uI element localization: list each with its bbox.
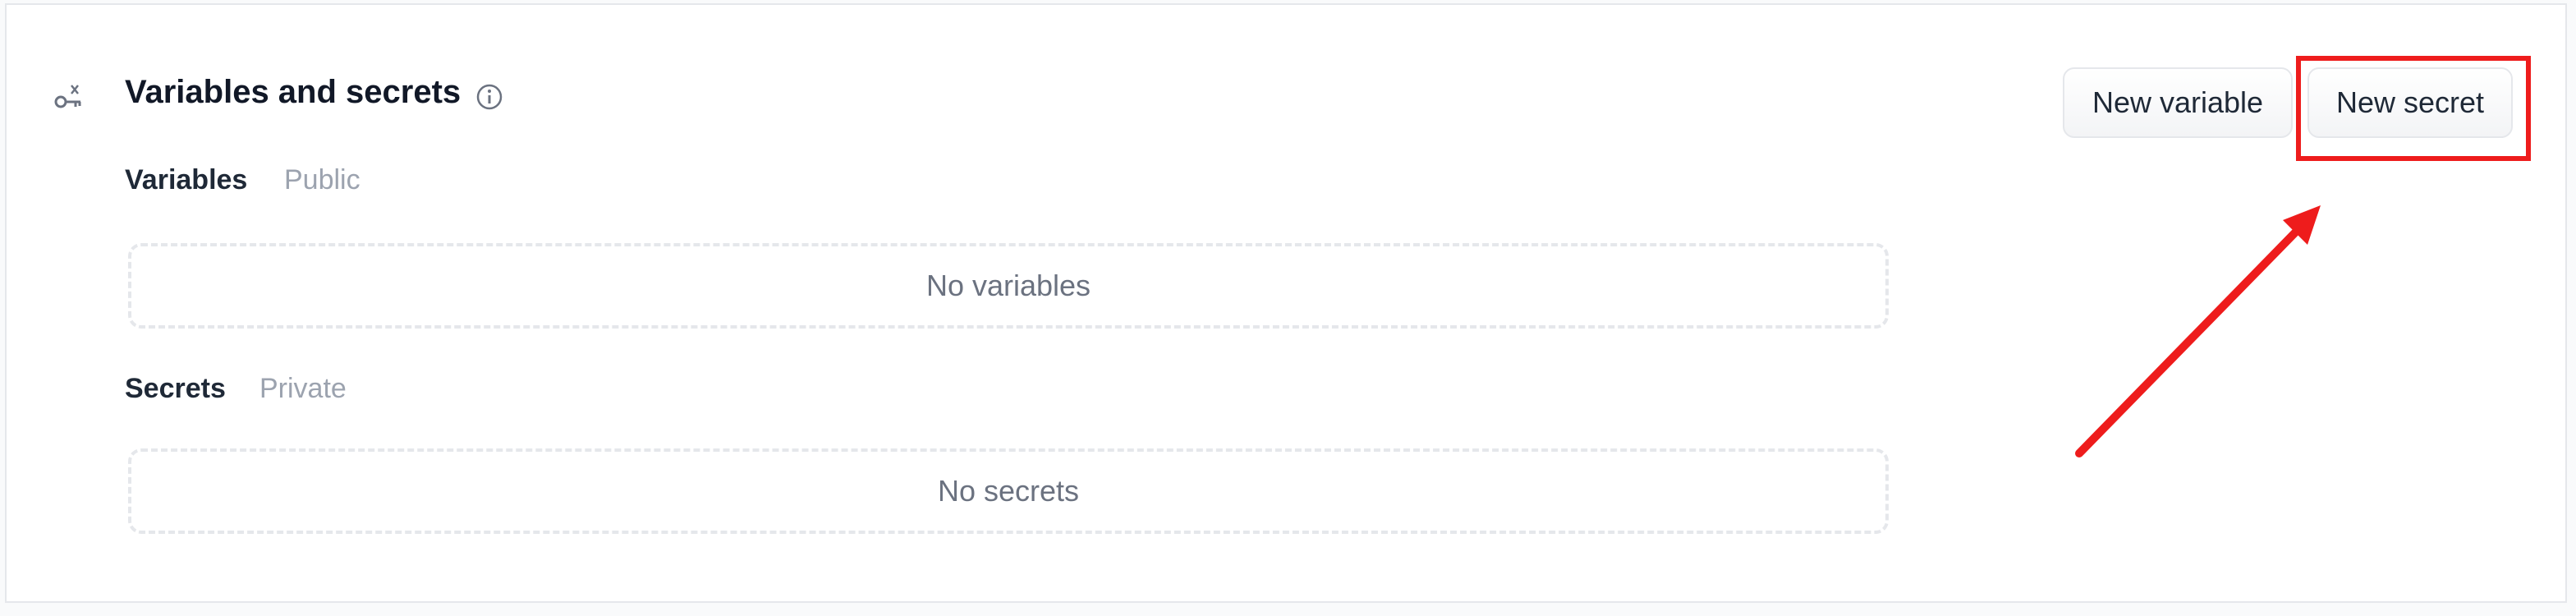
section-title: Variables and secrets xyxy=(125,74,461,110)
variables-empty-state: No variables xyxy=(128,243,1889,329)
section-divider xyxy=(5,601,2567,603)
page: Variables and secrets Variables Public N… xyxy=(0,0,2576,616)
info-icon[interactable] xyxy=(475,82,504,112)
secrets-empty-state: No secrets xyxy=(128,448,1889,534)
annotation-highlight-box xyxy=(2296,56,2531,161)
key-variable-icon xyxy=(54,85,81,108)
variables-hint: Public xyxy=(284,164,360,195)
secrets-hint: Private xyxy=(259,373,347,404)
secrets-label: Secrets xyxy=(125,373,226,404)
variables-label: Variables xyxy=(125,164,248,195)
new-variable-button[interactable]: New variable xyxy=(2063,67,2293,138)
